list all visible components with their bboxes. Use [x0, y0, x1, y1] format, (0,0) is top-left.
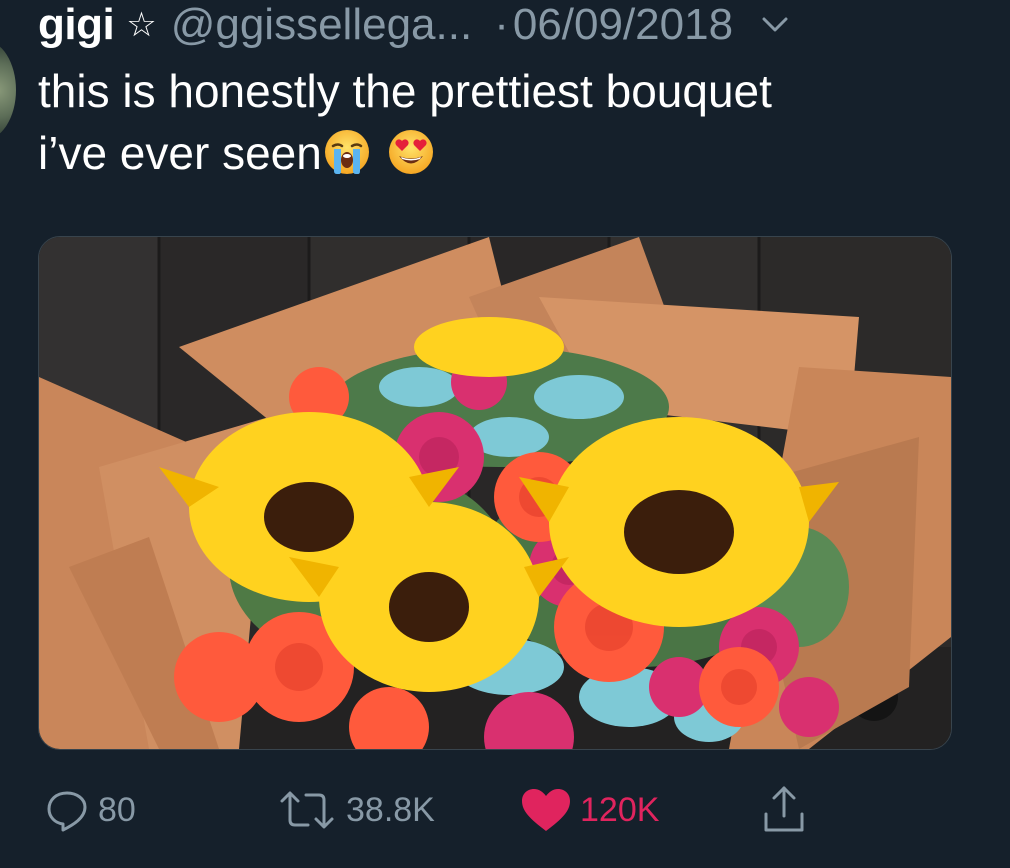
display-name[interactable]: gigi — [38, 0, 115, 50]
like-action[interactable]: 120K — [520, 780, 659, 840]
like-count: 120K — [580, 790, 660, 829]
tweet-card: gigi ☆ @ggissellega... · 06/09/2018 this… — [0, 0, 1010, 868]
tweet-text-line-1: this is honestly the prettiest bouquet — [38, 65, 772, 117]
user-handle[interactable]: @ggissellega... — [171, 0, 473, 50]
reply-icon[interactable] — [44, 787, 90, 833]
smiling-face-with-heart-eyes-emoji — [388, 130, 433, 174]
reply-count: 80 — [98, 790, 136, 829]
separator-dot: · — [494, 0, 509, 49]
chevron-down-icon[interactable] — [757, 7, 793, 43]
tweet-header: gigi ☆ @ggissellega... · 06/09/2018 — [38, 0, 793, 50]
tweet-actions-bar: 80 38.8K 120K — [0, 780, 1010, 840]
retweet-count: 38.8K — [346, 790, 435, 829]
reply-action[interactable]: 80 — [44, 780, 136, 840]
tweet-photo[interactable] — [38, 236, 952, 750]
tweet-text-line-2-words: i’ve ever seen — [38, 127, 322, 179]
share-icon[interactable] — [760, 784, 808, 836]
loudly-crying-face-emoji — [324, 130, 369, 174]
tweet-text-line-2: i’ve ever seen — [38, 122, 988, 184]
tweet-date[interactable]: 06/09/2018 — [513, 0, 733, 50]
heart-icon[interactable] — [520, 787, 572, 833]
retweet-icon[interactable] — [276, 787, 338, 833]
share-action[interactable] — [760, 780, 808, 840]
avatar[interactable] — [0, 40, 16, 140]
tweet-text: this is honestly the prettiest bouquet i… — [38, 60, 988, 184]
star-icon: ☆ — [126, 6, 157, 44]
retweet-action[interactable]: 38.8K — [276, 780, 435, 840]
bouquet-photo-image — [39, 237, 951, 749]
